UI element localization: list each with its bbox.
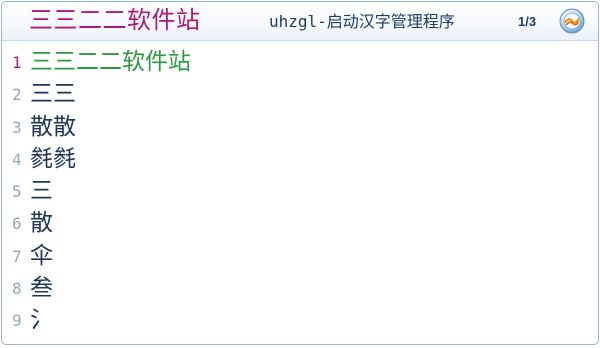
page-indicator: 1/3 <box>518 14 537 29</box>
candidate-index: 7 <box>12 246 22 266</box>
input-hint-title: uhzgl-启动汉字管理程序 <box>269 12 455 31</box>
candidate-item[interactable]: 6 散 <box>2 207 598 239</box>
candidate-item[interactable]: 9 氵 <box>2 304 598 336</box>
candidate-item[interactable]: 2 三三 <box>2 78 598 110</box>
candidate-item[interactable]: 5 三 <box>2 175 598 207</box>
candidate-text: 三三二二软件站 <box>30 49 191 75</box>
candidate-text: 三 <box>30 178 53 205</box>
ime-logo-icon[interactable] <box>559 8 585 34</box>
candidate-item[interactable]: 3 散散 <box>2 111 598 143</box>
candidate-text: 散散 <box>30 113 76 140</box>
candidate-index: 4 <box>12 149 22 169</box>
candidate-item[interactable]: 4 毵毵 <box>2 143 598 175</box>
candidate-item[interactable]: 8 叁 <box>2 272 598 304</box>
candidate-index: 9 <box>12 311 22 331</box>
candidate-index: 3 <box>12 117 22 137</box>
candidate-text: 毵毵 <box>30 145 76 172</box>
candidate-index: 6 <box>12 214 22 234</box>
ime-header: 三三二二软件站 uhzgl-启动汉字管理程序 1/3 <box>2 2 598 41</box>
candidate-index: 1 <box>12 53 22 72</box>
candidate-item[interactable]: 7 伞 <box>2 240 598 272</box>
candidate-item[interactable]: 1 三三二二软件站 <box>2 46 598 78</box>
composition-string: 三三二二软件站 <box>29 6 201 34</box>
candidate-list: 1 三三二二软件站 2 三三 3 散散 4 毵毵 5 三 6 散 7 伞 8 叁 <box>2 46 598 337</box>
candidate-text: 氵 <box>30 307 53 334</box>
ime-candidate-window: 三三二二软件站 uhzgl-启动汉字管理程序 1/3 1 三三二二软件站 2 三… <box>1 1 599 345</box>
candidate-index: 8 <box>12 279 22 299</box>
candidate-text: 散 <box>30 210 53 237</box>
candidate-text: 伞 <box>30 242 53 269</box>
candidate-text: 叁 <box>30 275 53 302</box>
candidate-index: 5 <box>12 182 22 202</box>
candidate-text: 三三 <box>30 81 76 108</box>
candidate-index: 2 <box>12 85 22 105</box>
